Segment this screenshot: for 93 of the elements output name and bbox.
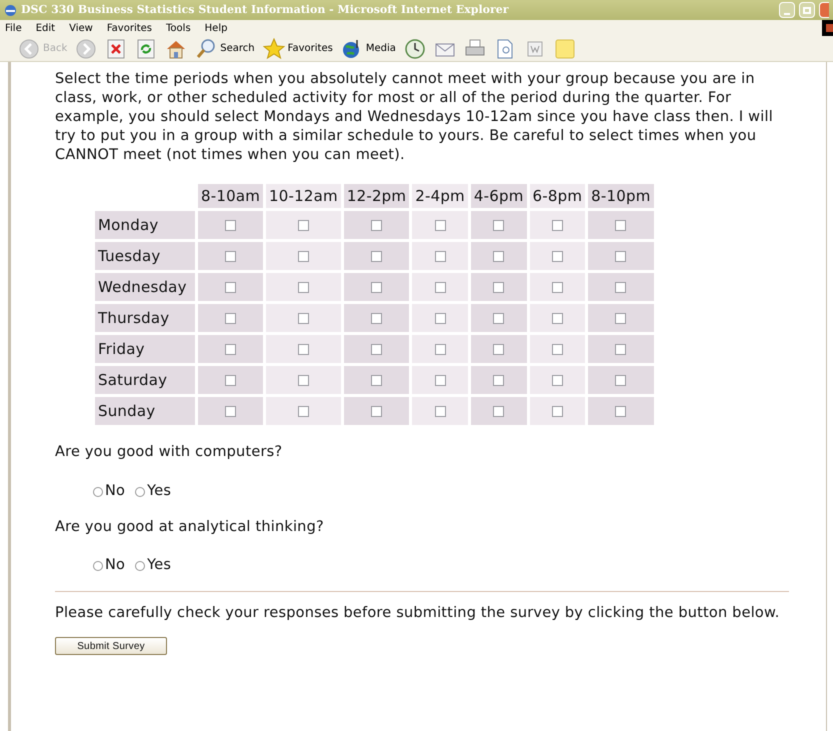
menu-item[interactable]: Edit (36, 20, 56, 36)
question-text: Are you good with computers? (55, 443, 284, 462)
checkbox[interactable] (371, 406, 382, 418)
column-header: 6-8pm (530, 184, 586, 208)
checkbox[interactable] (615, 375, 626, 386)
checkbox[interactable] (552, 251, 563, 262)
minimize-button[interactable] (779, 2, 795, 18)
checkbox[interactable] (493, 375, 504, 386)
column-header: 8-10am (198, 184, 264, 208)
day-cell: Monday (95, 211, 195, 239)
column-header: 2-4pm (412, 184, 468, 208)
day-cell: Wednesday (95, 273, 195, 301)
checkbox[interactable] (371, 344, 382, 356)
checkbox[interactable] (225, 344, 236, 356)
checkbox[interactable] (434, 344, 446, 356)
checkbox[interactable] (552, 375, 563, 386)
favorites-button[interactable]: Favorites (260, 38, 335, 60)
checkbox[interactable] (493, 282, 504, 294)
checkbox[interactable] (434, 251, 446, 262)
radio-option[interactable]: No (93, 555, 126, 577)
checkbox[interactable] (493, 344, 504, 356)
checkbox[interactable] (615, 313, 626, 324)
checkbox[interactable] (434, 375, 446, 386)
day-cell: Sunday (95, 397, 195, 425)
media-button[interactable]: Media (338, 38, 398, 60)
star-icon (262, 38, 285, 60)
day-cell: Thursday (95, 304, 195, 332)
checkbox[interactable] (615, 251, 626, 262)
checkbox[interactable] (371, 375, 382, 386)
checkbox[interactable] (225, 282, 236, 294)
checkbox[interactable] (225, 406, 236, 418)
checkbox[interactable] (371, 313, 382, 324)
radio-button[interactable] (93, 561, 103, 572)
column-header: 12-2pm (344, 184, 410, 208)
checkbox[interactable] (225, 375, 236, 386)
checkbox[interactable] (371, 220, 382, 232)
day-cell: Tuesday (95, 242, 195, 270)
radio-option[interactable]: Yes (135, 555, 172, 577)
column-header: 4-6pm (470, 184, 527, 208)
note-text: Please carefully check your responses before submitting the survey by clicking the button below. (55, 604, 781, 623)
checkbox[interactable] (371, 282, 382, 294)
radio-button[interactable] (135, 561, 146, 572)
search-icon (195, 38, 218, 60)
checkbox[interactable] (552, 406, 563, 418)
radio-option[interactable]: No (93, 480, 126, 502)
checkbox[interactable] (298, 375, 309, 386)
column-header: 10-12am (266, 184, 341, 208)
checkbox[interactable] (493, 220, 504, 232)
instructions-text: Select the time periods when you absolutely cannot meet with your group because you are in class, work, or other scheduled activity for most or all of the period during the quarter. For example, you should select Mondays and Wednesdays 10-12am since you have class then. I will try to put you in a group with a similar schedule to yours. Be careful to select times when you CANNOT meet (not times when you can meet). (55, 70, 774, 165)
checkbox[interactable] (434, 313, 446, 324)
radio-button[interactable] (93, 486, 103, 497)
question-text: Are you good at analytical thinking? (55, 518, 325, 536)
column-header: 8-10pm (588, 184, 654, 208)
checkbox[interactable] (298, 220, 309, 232)
checkbox[interactable] (225, 313, 236, 324)
checkbox[interactable] (225, 251, 236, 262)
checkbox[interactable] (615, 406, 626, 418)
radio-option[interactable]: Yes (135, 480, 172, 502)
checkbox[interactable] (552, 220, 563, 232)
checkbox[interactable] (552, 313, 563, 324)
checkbox[interactable] (552, 344, 563, 356)
checkbox[interactable] (615, 220, 626, 232)
checkbox[interactable] (298, 282, 309, 294)
menu-item[interactable]: Help (204, 20, 228, 36)
menu-item[interactable]: File (5, 20, 22, 36)
menu-item[interactable]: Tools (166, 20, 191, 36)
checkbox[interactable] (493, 313, 504, 324)
day-cell: Friday (95, 335, 195, 363)
menu-item[interactable]: View (69, 20, 93, 36)
checkbox[interactable] (493, 406, 504, 418)
window-title: DSC 330 Business Statistics Student Information - Microsoft Internet Explorer (21, 2, 510, 18)
checkbox[interactable] (434, 406, 446, 418)
close-button[interactable] (819, 2, 829, 18)
submit-button[interactable]: Submit Survey (55, 637, 167, 655)
checkbox[interactable] (552, 282, 563, 294)
throbber-logo (822, 20, 833, 36)
checkbox[interactable] (225, 220, 236, 232)
checkbox[interactable] (298, 251, 309, 262)
checkbox[interactable] (493, 251, 504, 262)
maximize-button[interactable] (799, 2, 815, 18)
checkbox[interactable] (298, 406, 309, 418)
search-button[interactable]: Search (193, 38, 257, 60)
checkbox[interactable] (298, 313, 309, 324)
checkbox[interactable] (434, 220, 446, 232)
checkbox[interactable] (371, 251, 382, 262)
radio-button[interactable] (135, 486, 146, 497)
checkbox[interactable] (298, 344, 309, 356)
day-cell: Saturday (95, 366, 195, 394)
browser-icon (4, 4, 17, 16)
menu-item[interactable]: Favorites (106, 20, 152, 36)
checkbox[interactable] (434, 282, 446, 294)
checkbox[interactable] (615, 344, 626, 356)
checkbox[interactable] (615, 282, 626, 294)
